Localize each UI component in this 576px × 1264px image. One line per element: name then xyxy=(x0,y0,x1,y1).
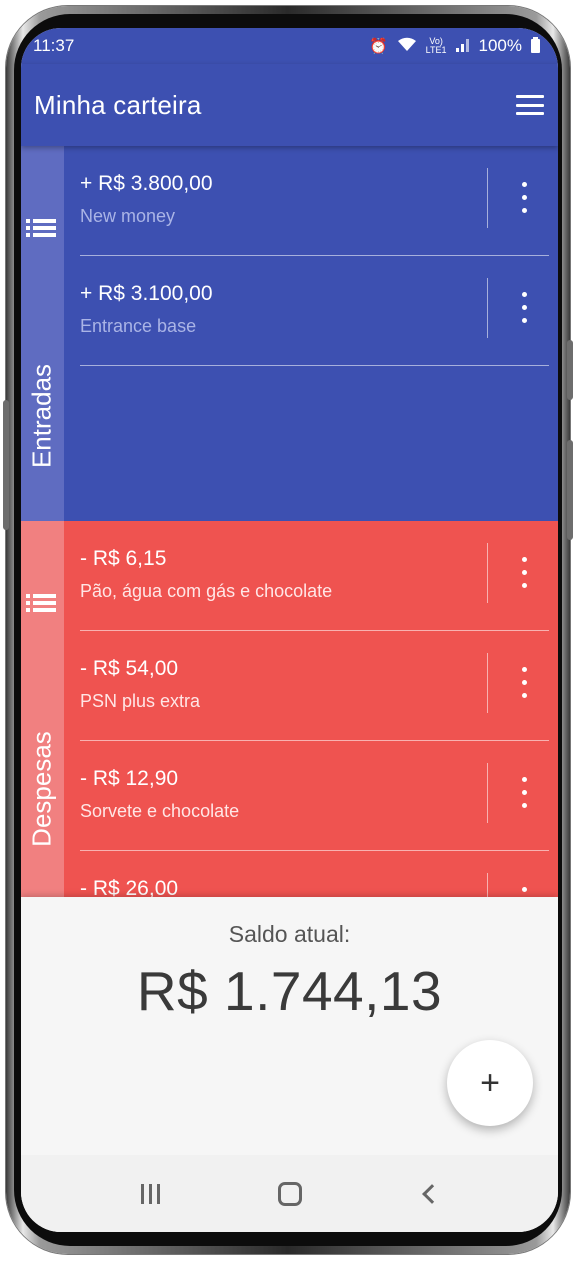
entry-amount: - R$ 54,00 xyxy=(80,657,179,680)
expense-entry[interactable]: - R$ 6,15 Pão, água com gás e chocolate xyxy=(80,521,549,631)
status-time: 11:37 xyxy=(33,36,75,55)
entry-description: PSN plus extra xyxy=(80,691,201,711)
divider xyxy=(80,365,549,366)
entry-description: Sorvete e chocolate xyxy=(80,801,240,821)
status-bar: 11:37 ⏰ Vo) LTE1 100% xyxy=(21,28,558,64)
battery-percent: 100% xyxy=(478,36,522,55)
home-icon[interactable] xyxy=(270,1174,310,1214)
signal-icon xyxy=(455,38,470,55)
side-key xyxy=(567,440,573,540)
entry-amount: - R$ 26,00 xyxy=(80,877,179,897)
divider xyxy=(487,543,488,603)
divider xyxy=(487,653,488,713)
status-icons: ⏰ Vo) LTE1 100% xyxy=(369,36,540,56)
divider xyxy=(487,763,488,823)
entry-description: New money xyxy=(80,206,176,226)
battery-icon xyxy=(531,37,540,53)
app-screen: 11:37 ⏰ Vo) LTE1 100% Minha carteira Ent… xyxy=(21,28,558,1232)
entry-amount: - R$ 6,15 xyxy=(80,547,167,570)
incomes-rail[interactable]: Entradas xyxy=(21,146,64,521)
expenses-label: Despesas xyxy=(26,731,57,847)
wifi-icon xyxy=(397,37,417,55)
divider xyxy=(487,168,488,228)
app-bar: Minha carteira xyxy=(21,64,558,146)
add-entry-button[interactable]: + xyxy=(447,1040,533,1126)
entry-description: Pão, água com gás e chocolate xyxy=(80,581,333,601)
entry-amount: + R$ 3.100,00 xyxy=(80,282,213,305)
balance-value: R$ 1.744,13 xyxy=(136,960,443,1022)
divider xyxy=(487,873,488,897)
income-entry[interactable]: + R$ 3.100,00 Entrance base xyxy=(80,256,549,366)
divider xyxy=(487,278,488,338)
more-options-icon[interactable] xyxy=(512,885,536,897)
entry-amount: + R$ 3.800,00 xyxy=(80,172,213,195)
incomes-section: Entradas + R$ 3.800,00 New money + R$ 3.… xyxy=(21,146,558,521)
hamburger-menu-icon[interactable] xyxy=(516,95,544,115)
more-options-icon[interactable] xyxy=(512,180,536,216)
expenses-section: Despesas - R$ 6,15 Pão, água com gás e c… xyxy=(21,521,558,897)
list-icon[interactable] xyxy=(26,219,56,239)
volume-button xyxy=(3,400,9,530)
app-title: Minha carteira xyxy=(34,89,202,120)
more-options-icon[interactable] xyxy=(512,555,536,591)
volte-icon: Vo) LTE1 xyxy=(425,36,447,55)
expense-entry[interactable]: - R$ 12,90 Sorvete e chocolate xyxy=(80,741,549,851)
income-entry[interactable]: + R$ 3.800,00 New money xyxy=(80,146,549,256)
list-icon[interactable] xyxy=(26,594,56,614)
entry-amount: - R$ 12,90 xyxy=(80,767,179,790)
entry-description: Entrance base xyxy=(80,316,197,336)
back-icon[interactable] xyxy=(409,1174,449,1214)
expense-entry[interactable]: - R$ 26,00 xyxy=(80,851,549,897)
alarm-icon: ⏰ xyxy=(368,37,388,55)
expenses-rail[interactable]: Despesas xyxy=(21,521,64,897)
more-options-icon[interactable] xyxy=(512,775,536,811)
power-button xyxy=(567,340,573,400)
incomes-label: Entradas xyxy=(26,363,57,469)
balance-label: Saldo atual: xyxy=(228,921,351,947)
more-options-icon[interactable] xyxy=(512,665,536,701)
more-options-icon[interactable] xyxy=(512,290,536,326)
expense-entry[interactable]: - R$ 54,00 PSN plus extra xyxy=(80,631,549,741)
recents-icon[interactable] xyxy=(131,1174,171,1214)
system-nav-bar xyxy=(21,1155,558,1232)
